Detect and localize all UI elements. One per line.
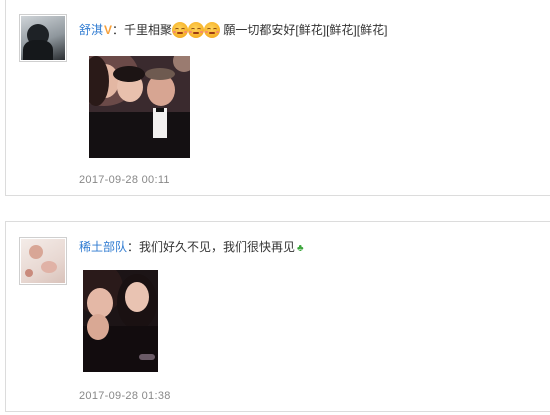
post-text: 我们好久不见，我们很快再见 xyxy=(139,240,296,254)
colon: ： xyxy=(112,23,125,37)
avatar[interactable] xyxy=(19,237,67,285)
post-text-part-a: 千里相聚 xyxy=(124,23,173,37)
avatar[interactable] xyxy=(19,14,67,62)
post-timestamp: 2017-09-28 00:11 xyxy=(79,174,170,186)
username-link[interactable]: 稀土部队 xyxy=(79,240,127,254)
smiling-face-emoji-icon xyxy=(204,22,221,38)
username-link[interactable]: 舒淇 xyxy=(79,23,103,37)
post-content: 舒淇V：千里相聚 願一切都安好[鲜花][鲜花][鲜花] xyxy=(79,22,387,38)
post-timestamp: 2017-09-28 01:38 xyxy=(79,390,171,402)
post-content: 稀土部队：我们好久不见，我们很快再见 ♣ xyxy=(79,239,304,257)
smiling-face-emoji-icon xyxy=(188,22,205,38)
verified-badge-icon: V xyxy=(104,23,113,37)
post-text-part-b: 願一切都安好[鲜花][鲜花][鲜花] xyxy=(220,23,388,37)
post-photo[interactable] xyxy=(83,270,158,372)
post-card: 舒淇V：千里相聚 願一切都安好[鲜花][鲜花][鲜花] 2017-09-28 0… xyxy=(5,0,550,196)
post-photo[interactable] xyxy=(89,56,190,158)
clover-icon: ♣ xyxy=(297,243,304,254)
colon: ： xyxy=(127,240,140,254)
smiling-face-emoji-icon xyxy=(172,22,189,38)
